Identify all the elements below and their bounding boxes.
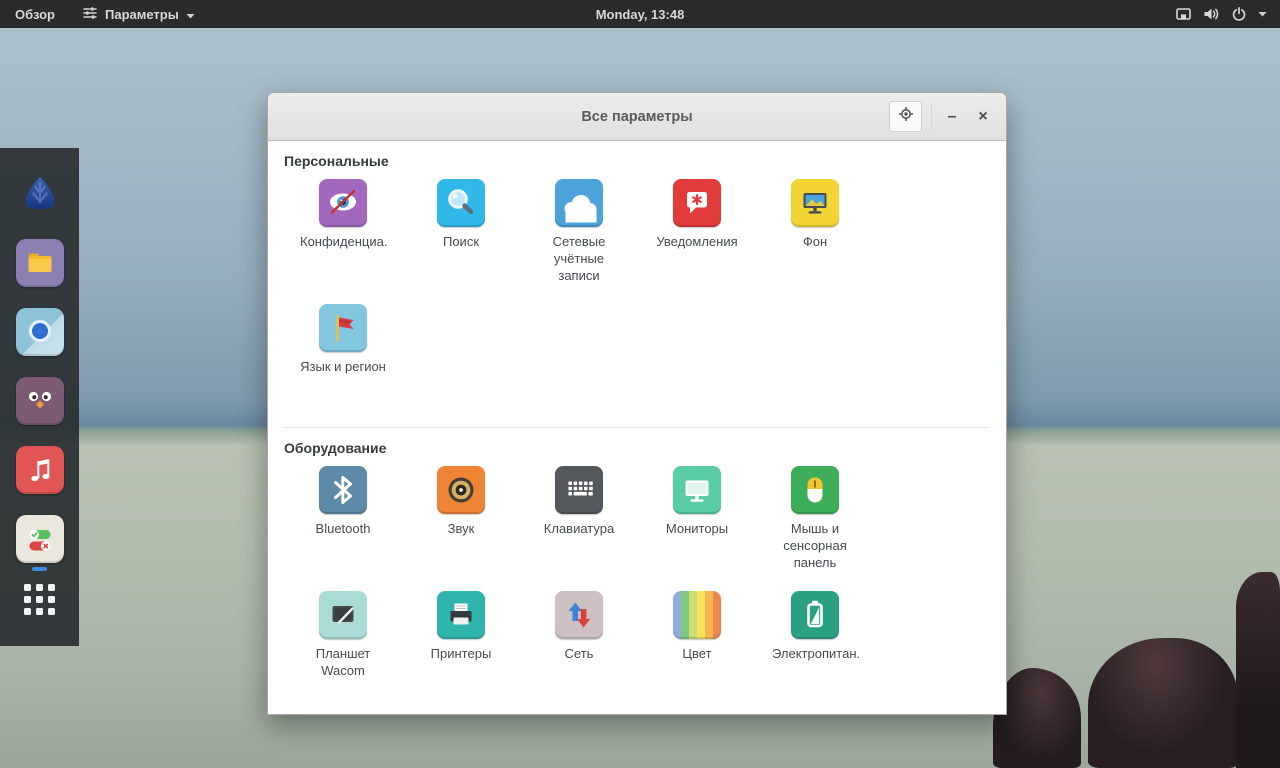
dock-item-web-browser[interactable]: [15, 308, 64, 356]
app-menu-label: Параметры: [105, 6, 179, 22]
settings-item-printers[interactable]: Принтеры: [402, 591, 520, 696]
wallpaper-rock: [1236, 572, 1280, 768]
sound-icon: [437, 466, 485, 514]
keyboard-icon: [555, 466, 603, 514]
settings-item-search[interactable]: Поиск: [402, 179, 520, 284]
settings-item-label: Мышь и сенсорная панель: [783, 521, 847, 570]
settings-item-label: Язык и регион: [300, 359, 386, 374]
settings-item-wacom-tablet[interactable]: Планшет Wacom: [284, 591, 402, 696]
printers-icon: [437, 591, 485, 639]
wallpaper-rock: [1088, 638, 1238, 768]
section-hardware: Оборудование Bluetooth Звук Клавиатура М…: [284, 427, 990, 714]
dock: [0, 148, 79, 646]
show-applications-button[interactable]: [24, 584, 55, 615]
app-menu-button[interactable]: Параметры: [70, 0, 207, 28]
notifications-icon: [673, 179, 721, 227]
privacy-icon: [319, 179, 367, 227]
dock-item-blue-shell-app[interactable]: [16, 170, 64, 218]
section-heading: Оборудование: [284, 440, 387, 456]
settings-item-label: Уведомления: [656, 234, 738, 249]
top-bar: Обзор Параметры Monday, 13:48: [0, 0, 1280, 28]
settings-item-label: Фон: [802, 234, 828, 249]
settings-item-label: Принтеры: [430, 646, 492, 661]
mouse-touchpad-icon: [791, 466, 839, 514]
settings-item-color[interactable]: Цвет: [638, 591, 756, 696]
settings-item-label: Клавиатура: [543, 521, 615, 536]
settings-item-displays[interactable]: Мониторы: [638, 466, 756, 571]
caret-down-icon: [1258, 11, 1267, 17]
settings-item-label: Электропитан.: [772, 646, 861, 661]
power-battery-icon: [791, 591, 839, 639]
settings-item-label: Планшет Wacom: [315, 646, 371, 678]
settings-item-notifications[interactable]: Уведомления: [638, 179, 756, 284]
chevron-down-icon: [186, 7, 195, 22]
settings-item-sound[interactable]: Звук: [402, 466, 520, 571]
power-icon: [1231, 6, 1247, 22]
settings-item-mouse-touchpad[interactable]: Мышь и сенсорная панель: [756, 466, 874, 571]
minimize-button[interactable]: –: [941, 104, 963, 130]
settings-item-bluetooth[interactable]: Bluetooth: [284, 466, 402, 571]
displays-icon: [673, 466, 721, 514]
settings-item-power[interactable]: Электропитан.: [756, 591, 874, 696]
dock-item-files[interactable]: [15, 239, 64, 287]
titlebar[interactable]: Все параметры – ×: [268, 93, 1006, 141]
settings-item-label: Сетевые учётные записи: [552, 234, 606, 283]
section-personal: Персональные Конфиденциа. Поиск Сетевые …: [284, 141, 990, 427]
settings-window: Все параметры – × Персональные Конфиденц…: [267, 92, 1007, 715]
color-stripes-icon: [673, 591, 721, 639]
search-icon: [437, 179, 485, 227]
settings-item-region-language[interactable]: Язык и регион: [284, 304, 402, 409]
network-wired-icon: [1175, 6, 1192, 22]
dock-item-tweaks[interactable]: [15, 515, 64, 563]
settings-item-privacy[interactable]: Конфиденциа.: [284, 179, 402, 284]
sliders-icon: [82, 5, 98, 24]
close-button[interactable]: ×: [972, 104, 994, 130]
system-status-area[interactable]: [1162, 0, 1280, 28]
settings-item-network[interactable]: Сеть: [520, 591, 638, 696]
activities-button[interactable]: Обзор: [0, 0, 70, 28]
settings-item-label: Мониторы: [665, 521, 729, 536]
region-language-icon: [319, 304, 367, 352]
network-arrows-icon: [555, 591, 603, 639]
dock-item-music[interactable]: [15, 446, 64, 494]
titlebar-separator: [931, 103, 932, 130]
online-accounts-icon: [555, 179, 603, 227]
background-icon: [791, 179, 839, 227]
settings-item-keyboard[interactable]: Клавиатура: [520, 466, 638, 571]
wacom-tablet-icon: [319, 591, 367, 639]
search-button[interactable]: [889, 101, 922, 132]
search-target-icon: [897, 105, 915, 128]
settings-item-label: Звук: [447, 521, 475, 536]
settings-item-background[interactable]: Фон: [756, 179, 874, 284]
settings-item-online-accounts[interactable]: Сетевые учётные записи: [520, 179, 638, 284]
settings-item-label: Поиск: [442, 234, 480, 249]
settings-item-label: Конфиденциа.: [300, 234, 388, 249]
section-heading: Персональные: [284, 153, 389, 169]
running-app-indicator: [32, 567, 47, 571]
dock-item-corebird[interactable]: [15, 377, 64, 425]
settings-item-label: Цвет: [682, 646, 712, 661]
bluetooth-icon: [319, 466, 367, 514]
settings-item-label: Bluetooth: [315, 521, 371, 536]
section-system: Система Дата и время: [284, 714, 990, 715]
settings-item-label: Сеть: [564, 646, 594, 661]
settings-content: Персональные Конфиденциа. Поиск Сетевые …: [268, 141, 1006, 715]
volume-icon: [1203, 6, 1220, 22]
